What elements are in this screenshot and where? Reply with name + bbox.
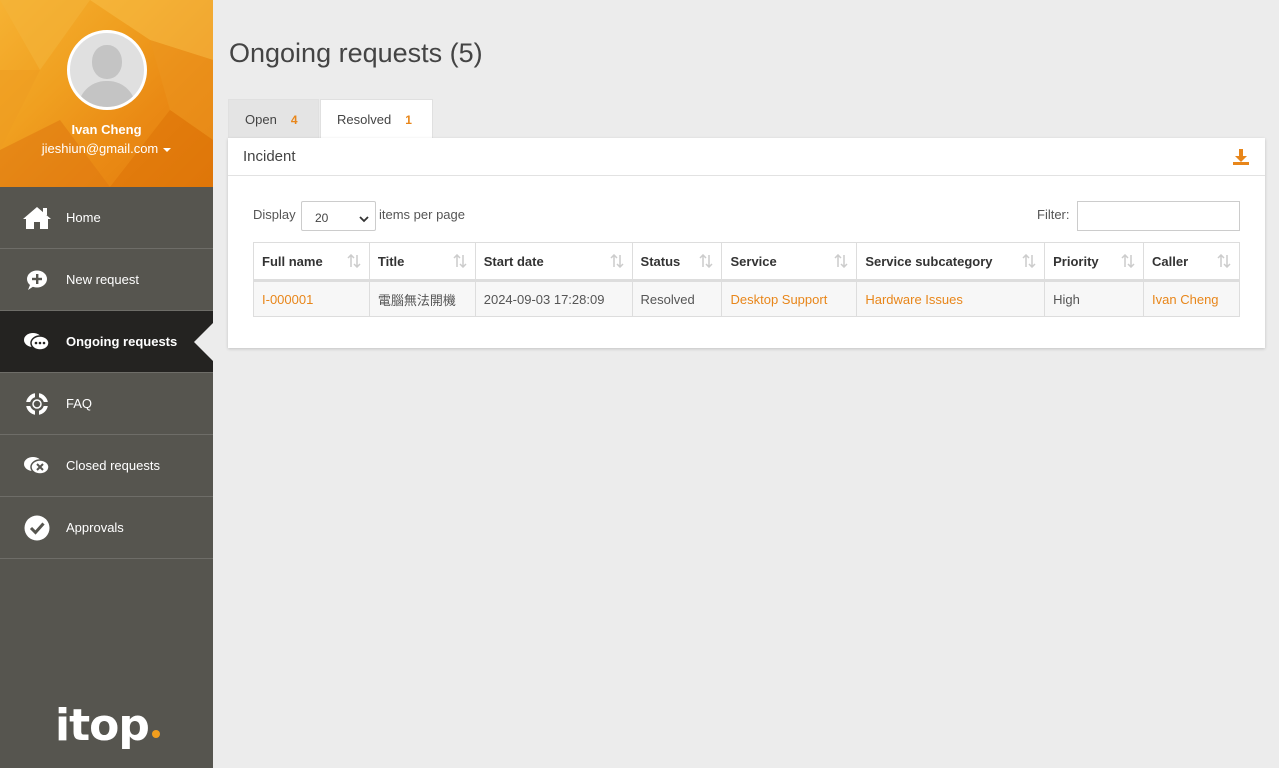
sort-icon: [610, 253, 624, 269]
menu-item-label: Ongoing requests: [66, 334, 178, 349]
column-header-status[interactable]: Status: [631, 242, 723, 282]
tab-open[interactable]: Open 4: [228, 99, 319, 139]
main-menu: Home New request Ongoing requests FAQ Cl…: [0, 187, 214, 559]
column-header-full-name[interactable]: Full name: [253, 242, 370, 282]
table-row[interactable]: I-000001 電腦無法開機 2024-09-03 17:28:09 Reso…: [253, 280, 1240, 317]
menu-item-closed-requests[interactable]: Closed requests: [0, 435, 213, 497]
cell-start-date: 2024-09-03 17:28:09: [474, 280, 633, 317]
menu-item-new-request[interactable]: New request: [0, 249, 213, 311]
closed-requests-icon: [22, 451, 52, 481]
menu-item-label: FAQ: [66, 396, 93, 411]
home-icon: [22, 203, 52, 233]
filter-label: Filter:: [1037, 207, 1070, 222]
menu-item-home[interactable]: Home: [0, 187, 213, 249]
user-name: Ivan Cheng: [71, 122, 142, 137]
cell-status: Resolved: [631, 280, 723, 317]
panel-title: Incident: [243, 148, 296, 165]
itop-logo: itop: [55, 700, 160, 751]
display-label: Display: [253, 207, 296, 222]
tab-count: 4: [290, 112, 298, 127]
sort-icon: [699, 253, 714, 269]
sort-icon: [1022, 253, 1036, 269]
cell-full-name[interactable]: I-000001: [253, 280, 370, 317]
user-menu-toggle[interactable]: jieshiun@gmail.com: [0, 141, 213, 156]
sidebar: Ivan Cheng jieshiun@gmail.com Home New r…: [0, 0, 214, 768]
sort-icon: [453, 253, 467, 269]
page-size-select[interactable]: 20: [301, 201, 376, 231]
menu-item-label: Closed requests: [66, 458, 160, 473]
user-email: jieshiun@gmail.com: [41, 141, 159, 156]
page-title: Ongoing requests (5): [229, 38, 483, 68]
column-header-caller[interactable]: Caller: [1143, 242, 1240, 282]
lifebuoy-icon: [22, 389, 52, 419]
avatar: [67, 30, 147, 110]
cell-service-subcategory[interactable]: Hardware Issues: [856, 280, 1046, 317]
menu-item-approvals[interactable]: Approvals: [0, 497, 213, 559]
column-header-priority[interactable]: Priority: [1044, 242, 1145, 282]
tab-count: 1: [405, 112, 412, 127]
sort-icon: [1217, 253, 1231, 269]
menu-item-faq[interactable]: FAQ: [0, 373, 213, 435]
requests-table: Full name Title Start date Status Servic…: [253, 242, 1240, 317]
table-header-row: Full name Title Start date Status Servic…: [253, 242, 1240, 282]
panel-header: Incident: [228, 138, 1265, 176]
check-circle-icon: [22, 513, 52, 543]
menu-item-label: Home: [66, 210, 101, 225]
filter-input[interactable]: [1077, 201, 1240, 231]
page-size-value: 20: [315, 211, 329, 225]
tab-label: Resolved: [337, 112, 392, 127]
caret-down-icon: [163, 147, 172, 152]
sort-icon: [1121, 253, 1135, 269]
menu-item-label: New request: [66, 272, 139, 287]
column-header-service-subcategory[interactable]: Service subcategory: [856, 242, 1046, 282]
cell-priority: High: [1044, 280, 1145, 317]
sort-icon: [347, 253, 361, 269]
cell-service[interactable]: Desktop Support: [721, 280, 858, 317]
tab-label: Open: [245, 112, 277, 127]
column-header-start-date[interactable]: Start date: [474, 242, 633, 282]
incident-panel: Incident Display 20 items per page Filte…: [228, 138, 1265, 348]
menu-item-ongoing-requests[interactable]: Ongoing requests: [0, 311, 214, 373]
menu-item-label: Approvals: [66, 520, 124, 535]
ongoing-requests-icon: [22, 327, 52, 357]
new-request-icon: [22, 265, 52, 295]
cell-caller[interactable]: Ivan Cheng: [1143, 280, 1240, 317]
column-header-service[interactable]: Service: [721, 242, 858, 282]
download-icon[interactable]: [1231, 147, 1251, 167]
tab-bar: Open 4 Resolved 1: [228, 99, 434, 139]
table-controls: Display 20 items per page Filter:: [253, 201, 1240, 231]
tab-resolved[interactable]: Resolved 1: [320, 99, 433, 139]
column-header-title[interactable]: Title: [368, 242, 476, 282]
per-page-label: items per page: [379, 207, 465, 222]
user-panel: Ivan Cheng jieshiun@gmail.com: [0, 0, 213, 187]
chevron-down-icon: [359, 212, 369, 226]
sort-icon: [834, 253, 848, 269]
cell-title: 電腦無法開機: [368, 280, 476, 317]
